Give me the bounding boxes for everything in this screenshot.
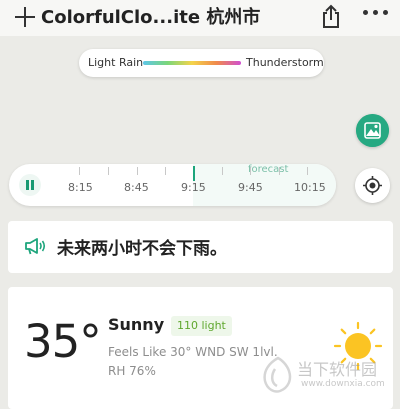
timeline-tick: [165, 167, 166, 175]
rain-alert-card[interactable]: 未来两小时不会下雨。: [8, 221, 393, 273]
time-label: 8:45: [124, 181, 149, 194]
watermark-logo-icon: [263, 356, 292, 393]
radar-timeline[interactable]: forecast 8:15 8:45 9:15 9:45 10:15: [9, 164, 336, 206]
rain-alert-text: 未来两小时不会下雨。: [57, 239, 227, 259]
watermark: 当下软件园 www.downxia.com: [259, 352, 387, 398]
legend-low-label: Light Rain: [88, 56, 144, 69]
timeline-tick: [137, 167, 138, 175]
time-label: 9:15: [181, 181, 206, 194]
locate-icon[interactable]: [355, 168, 390, 203]
more-dots-icon[interactable]: [361, 8, 389, 20]
aqi-badge[interactable]: 110 light: [171, 316, 232, 336]
map-layers-icon[interactable]: [356, 114, 389, 147]
timeline-tick: [307, 167, 308, 175]
timeline-tick: [108, 167, 109, 175]
forecast-label: forecast: [248, 164, 289, 175]
weather-details-line-2: RH 76%: [108, 364, 156, 378]
share-icon[interactable]: [318, 4, 344, 30]
timeline-tick: [222, 167, 223, 175]
legend-high-label: Thunderstorm: [246, 56, 324, 69]
top-bar: ColorfulClo...ite 杭州市: [0, 0, 400, 36]
megaphone-icon: [25, 238, 46, 255]
temperature: 35°: [24, 315, 102, 368]
weather-details-line-1: Feels Like 30° WND SW 1lvl.: [108, 345, 278, 359]
plus-icon[interactable]: [14, 6, 36, 28]
time-label: 10:15: [294, 181, 326, 194]
app-title: ColorfulClo...ite 杭州市: [41, 7, 261, 28]
precipitation-legend: Light Rain Thunderstorm: [79, 49, 324, 77]
legend-gradient-bar: [143, 61, 241, 65]
watermark-text: 当下软件园: [297, 360, 378, 379]
current-time-marker[interactable]: [193, 166, 195, 181]
timeline-tick: [79, 167, 80, 175]
time-label: 9:45: [238, 181, 263, 194]
weather-condition: Sunny: [108, 315, 165, 334]
time-label: 8:15: [68, 181, 93, 194]
watermark-url: www.downxia.com: [301, 379, 385, 389]
pause-icon[interactable]: [19, 174, 41, 196]
